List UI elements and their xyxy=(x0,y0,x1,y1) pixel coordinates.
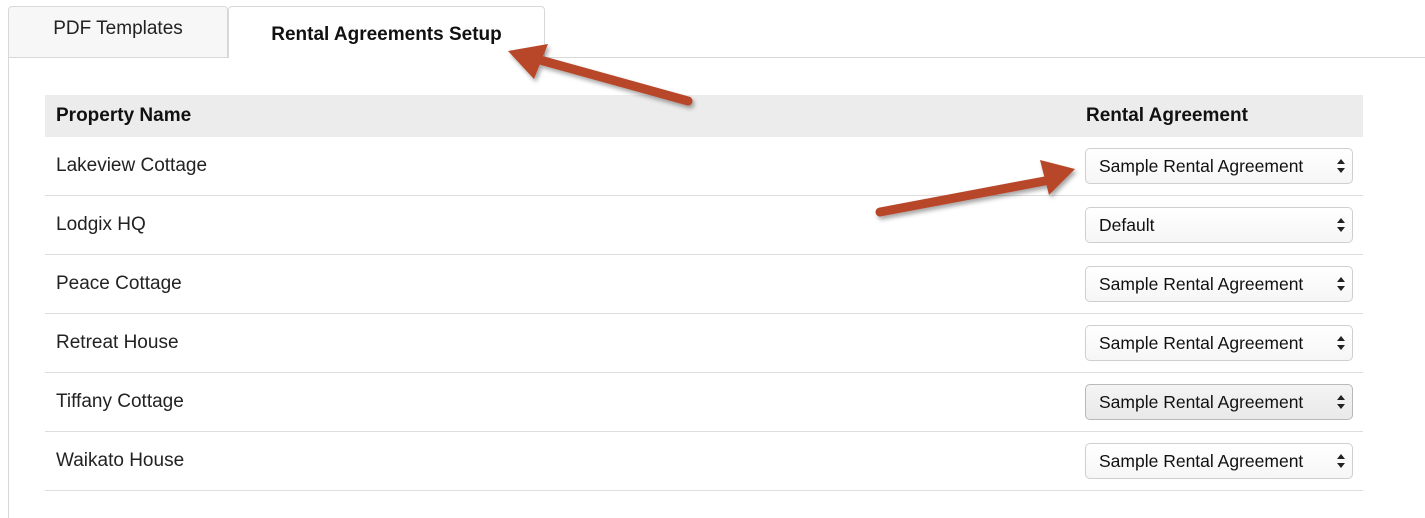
column-header-rental-agreement: Rental Agreement xyxy=(1086,105,1248,126)
selected-agreement: Sample Rental Agreement xyxy=(1099,273,1304,294)
table-row: Lakeview Cottage Sample Rental Agreement xyxy=(45,137,1363,196)
panel-border-left xyxy=(8,57,9,518)
table-row: Tiffany Cottage Sample Rental Agreement xyxy=(45,373,1363,432)
table-header: Property Name Rental Agreement xyxy=(45,95,1363,137)
select-updown-icon xyxy=(1337,454,1345,468)
rental-agreement-select[interactable]: Default xyxy=(1085,207,1353,243)
column-header-property-name: Property Name xyxy=(56,105,192,126)
rental-agreement-select[interactable]: Sample Rental Agreement xyxy=(1085,443,1353,479)
tab-rental-agreements-setup[interactable]: Rental Agreements Setup xyxy=(228,6,545,58)
select-updown-icon xyxy=(1337,159,1345,173)
rental-agreement-select[interactable]: Sample Rental Agreement xyxy=(1085,384,1353,420)
rental-agreements-table: Property Name Rental Agreement Lakeview … xyxy=(45,95,1363,491)
property-name: Peace Cottage xyxy=(56,273,182,294)
rental-agreements-page: PDF Templates Rental Agreements Setup Pr… xyxy=(0,0,1425,518)
rental-agreement-select[interactable]: Sample Rental Agreement xyxy=(1085,148,1353,184)
property-name: Tiffany Cottage xyxy=(56,391,184,412)
rental-agreement-select[interactable]: Sample Rental Agreement xyxy=(1085,325,1353,361)
select-updown-icon xyxy=(1337,218,1345,232)
table-row: Peace Cottage Sample Rental Agreement xyxy=(45,255,1363,314)
table-row: Retreat House Sample Rental Agreement xyxy=(45,314,1363,373)
tab-pdf-templates[interactable]: PDF Templates xyxy=(8,6,228,58)
select-updown-icon xyxy=(1337,277,1345,291)
tab-bar-divider xyxy=(544,57,1425,58)
selected-agreement: Sample Rental Agreement xyxy=(1099,332,1304,353)
table-row: Waikato House Sample Rental Agreement xyxy=(45,432,1363,491)
selected-agreement: Sample Rental Agreement xyxy=(1099,155,1304,176)
property-name: Lodgix HQ xyxy=(56,214,146,235)
property-name: Waikato House xyxy=(56,450,185,471)
select-updown-icon xyxy=(1337,395,1345,409)
tab-bar: PDF Templates Rental Agreements Setup xyxy=(8,6,545,58)
property-name: Retreat House xyxy=(56,332,179,353)
selected-agreement: Default xyxy=(1099,214,1155,235)
rental-agreement-select[interactable]: Sample Rental Agreement xyxy=(1085,266,1353,302)
table-row: Lodgix HQ Default xyxy=(45,196,1363,255)
selected-agreement: Sample Rental Agreement xyxy=(1099,391,1304,412)
property-name: Lakeview Cottage xyxy=(56,155,208,176)
select-updown-icon xyxy=(1337,336,1345,350)
selected-agreement: Sample Rental Agreement xyxy=(1099,450,1304,471)
